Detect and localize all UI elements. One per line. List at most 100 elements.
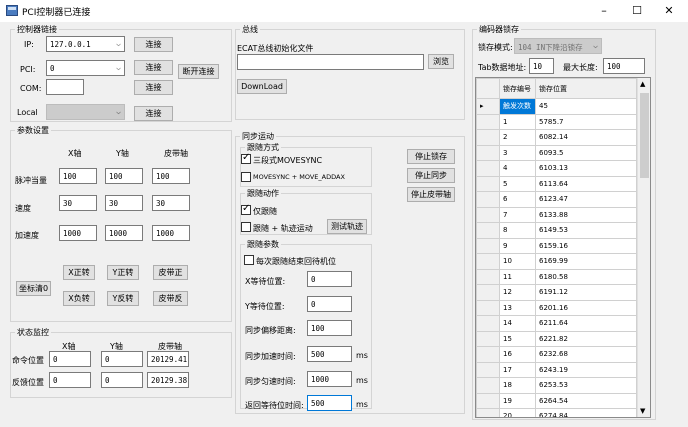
table-row[interactable]: 11 6180.58 bbox=[476, 268, 637, 285]
stop-belt-button[interactable]: 停止皮带轴 bbox=[407, 187, 455, 202]
cell-index[interactable]: 20 bbox=[499, 408, 536, 417]
x-forward-button[interactable]: X正转 bbox=[63, 265, 95, 280]
table-row[interactable]: 9 6159.16 bbox=[476, 237, 637, 254]
cell-position[interactable]: 6123.47 bbox=[535, 191, 637, 208]
table-row[interactable]: 12 6191.12 bbox=[476, 284, 637, 301]
belt-reverse-button[interactable]: 皮带反 bbox=[153, 291, 188, 306]
mode-movesync-addax-checkbox[interactable] bbox=[241, 172, 251, 182]
table-row[interactable]: 19 6264.54 bbox=[476, 392, 637, 409]
y-forward-button[interactable]: Y正转 bbox=[107, 265, 139, 280]
belt-forward-button[interactable]: 皮带正 bbox=[153, 265, 188, 280]
pulse-x-input[interactable]: 100 bbox=[59, 168, 97, 184]
cell-position[interactable]: 6180.58 bbox=[535, 268, 637, 285]
cell-index[interactable]: 13 bbox=[499, 299, 536, 316]
cell-position[interactable]: 6149.53 bbox=[535, 222, 637, 239]
offset-input[interactable]: 100 bbox=[307, 320, 352, 336]
table-row[interactable]: 1 5785.7 bbox=[476, 113, 637, 130]
mode-movesync-checkbox[interactable] bbox=[241, 152, 251, 164]
download-button[interactable]: DownLoad bbox=[237, 79, 287, 94]
accel-x-input[interactable]: 1000 bbox=[59, 225, 97, 241]
cell-position[interactable]: 45 bbox=[535, 98, 637, 115]
return-time-input[interactable]: 500 bbox=[307, 395, 352, 411]
cell-index[interactable]: 17 bbox=[499, 361, 536, 378]
cell-position[interactable]: 6093.5 bbox=[535, 144, 637, 161]
cell-index[interactable]: 7 bbox=[499, 206, 536, 223]
ip-select[interactable]: 127.0.0.1 ⌵ bbox=[46, 36, 125, 52]
connect-pci-button[interactable]: 连接 bbox=[134, 60, 173, 75]
cell-index[interactable]: 2 bbox=[499, 129, 536, 146]
cell-position[interactable]: 5785.7 bbox=[535, 113, 637, 130]
cell-index[interactable]: 8 bbox=[499, 222, 536, 239]
accel-y-input[interactable]: 1000 bbox=[105, 225, 143, 241]
x-reverse-button[interactable]: X负转 bbox=[63, 291, 95, 306]
local-select[interactable]: ⌵ bbox=[46, 104, 125, 120]
cell-index[interactable]: 14 bbox=[499, 315, 536, 332]
cell-index[interactable]: 10 bbox=[499, 253, 536, 270]
cell-position[interactable]: 6082.14 bbox=[535, 129, 637, 146]
stop-latch-button[interactable]: 停止锁存 bbox=[407, 149, 455, 164]
scroll-up-icon[interactable]: ▲ bbox=[640, 80, 645, 88]
table-row[interactable]: 18 6253.53 bbox=[476, 377, 637, 394]
cell-position[interactable]: 6232.68 bbox=[535, 346, 637, 363]
const-time-input[interactable]: 1000 bbox=[307, 371, 352, 387]
y-wait-input[interactable]: 0 bbox=[307, 296, 352, 312]
table-row[interactable]: 5 6113.64 bbox=[476, 175, 637, 192]
table-row[interactable]: 20 6274.84 bbox=[476, 408, 637, 417]
cell-position[interactable]: 6191.12 bbox=[535, 284, 637, 301]
x-wait-input[interactable]: 0 bbox=[307, 271, 352, 287]
connect-com-button[interactable]: 连接 bbox=[134, 80, 173, 95]
grid-scrollbar[interactable]: ▲ ▼ bbox=[637, 78, 650, 417]
cell-index[interactable]: 15 bbox=[499, 330, 536, 347]
accel-time-input[interactable]: 500 bbox=[307, 346, 352, 362]
table-row[interactable]: 15 6221.82 bbox=[476, 330, 637, 347]
reset-standby-checkbox[interactable] bbox=[244, 255, 254, 265]
follow-track-checkbox[interactable] bbox=[241, 222, 251, 232]
maximize-button[interactable]: ☐ bbox=[620, 0, 654, 22]
table-row[interactable]: 10 6169.99 bbox=[476, 253, 637, 270]
connect-local-button[interactable]: 连接 bbox=[134, 106, 173, 121]
cell-index[interactable]: 4 bbox=[499, 160, 536, 177]
cell-index[interactable]: 6 bbox=[499, 191, 536, 208]
browse-button[interactable]: 浏览 bbox=[428, 54, 454, 69]
cell-index[interactable]: 1 bbox=[499, 113, 536, 130]
scroll-thumb[interactable] bbox=[640, 93, 649, 178]
table-row[interactable]: 8 6149.53 bbox=[476, 222, 637, 239]
disconnect-button[interactable]: 断开连接 bbox=[178, 64, 219, 79]
cell-position[interactable]: 6113.64 bbox=[535, 175, 637, 192]
cell-position[interactable]: 6201.16 bbox=[535, 299, 637, 316]
table-row[interactable]: 7 6133.88 bbox=[476, 206, 637, 223]
speed-y-input[interactable]: 30 bbox=[105, 195, 143, 211]
cell-index[interactable]: 11 bbox=[499, 268, 536, 285]
accel-belt-input[interactable]: 1000 bbox=[152, 225, 190, 241]
cell-position[interactable]: 6159.16 bbox=[535, 237, 637, 254]
speed-x-input[interactable]: 30 bbox=[59, 195, 97, 211]
minimize-button[interactable]: – bbox=[587, 0, 621, 22]
cell-position[interactable]: 6169.99 bbox=[535, 253, 637, 270]
cell-position[interactable]: 6274.84 bbox=[535, 408, 637, 417]
cell-index[interactable]: 19 bbox=[499, 392, 536, 409]
cell-index[interactable]: 触发次数 bbox=[499, 98, 536, 115]
table-row[interactable]: 2 6082.14 bbox=[476, 129, 637, 146]
connect-ip-button[interactable]: 连接 bbox=[134, 37, 173, 52]
table-row[interactable]: 13 6201.16 bbox=[476, 299, 637, 316]
table-row[interactable]: 4 6103.13 bbox=[476, 160, 637, 177]
cell-position[interactable]: 6253.53 bbox=[535, 377, 637, 394]
cell-index[interactable]: 12 bbox=[499, 284, 536, 301]
pulse-belt-input[interactable]: 100 bbox=[152, 168, 190, 184]
table-row[interactable]: 17 6243.19 bbox=[476, 361, 637, 378]
speed-belt-input[interactable]: 30 bbox=[152, 195, 190, 211]
cell-index[interactable]: 9 bbox=[499, 237, 536, 254]
table-row[interactable]: 16 6232.68 bbox=[476, 346, 637, 363]
close-button[interactable]: ✕ bbox=[652, 0, 686, 22]
table-row[interactable]: 6 6123.47 bbox=[476, 191, 637, 208]
test-track-button[interactable]: 测试轨迹 bbox=[327, 219, 367, 234]
cell-index[interactable]: 5 bbox=[499, 175, 536, 192]
pulse-y-input[interactable]: 100 bbox=[105, 168, 143, 184]
zero-coords-button[interactable]: 坐标清0 bbox=[16, 281, 51, 296]
latch-grid[interactable]: 锁存编号 锁存位置 ▸ 触发次数 45 1 5785.7 2 6082.14 3 6093.5 4… bbox=[475, 77, 651, 418]
cell-index[interactable]: 18 bbox=[499, 377, 536, 394]
ecat-file-input[interactable] bbox=[237, 54, 424, 70]
cell-index[interactable]: 3 bbox=[499, 144, 536, 161]
cell-position[interactable]: 6211.64 bbox=[535, 315, 637, 332]
cell-position[interactable]: 6221.82 bbox=[535, 330, 637, 347]
